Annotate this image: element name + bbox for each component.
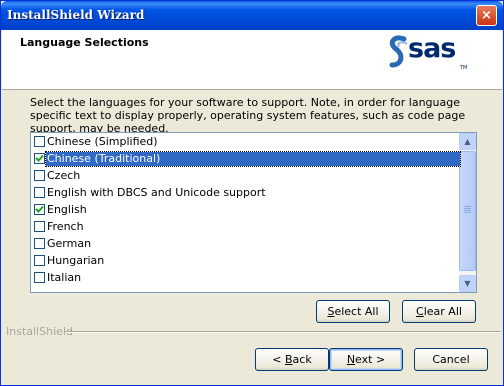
language-list-item[interactable]: Chinese (Traditional) bbox=[31, 151, 461, 167]
language-listbox[interactable]: ▲ ▼ Chinese (Simplified) Chinese (Traditi… bbox=[30, 132, 477, 293]
instructions-text: Select the languages for your software t… bbox=[30, 96, 466, 135]
scroll-up-icon[interactable]: ▲ bbox=[459, 133, 476, 150]
language-list-item[interactable]: Hungarian bbox=[31, 253, 460, 269]
language-label: Chinese (Simplified) bbox=[47, 135, 158, 148]
wizard-header: Language Selections sas TM bbox=[2, 30, 502, 90]
checkbox[interactable] bbox=[34, 170, 45, 181]
language-label: Czech bbox=[47, 169, 81, 182]
title-bar[interactable]: InstallShield Wizard × bbox=[1, 1, 503, 30]
scroll-down-icon[interactable]: ▼ bbox=[459, 275, 476, 292]
language-list-item[interactable]: German bbox=[31, 236, 460, 252]
checkmark-icon bbox=[35, 154, 44, 162]
language-label: English bbox=[47, 203, 87, 216]
select-all-button[interactable]: Select All bbox=[316, 300, 390, 323]
checkbox-checked[interactable] bbox=[34, 153, 45, 164]
checkbox-checked[interactable] bbox=[34, 204, 45, 215]
language-list-item[interactable]: Italian bbox=[31, 270, 460, 286]
language-list-item[interactable]: French bbox=[31, 219, 460, 235]
language-list-item[interactable]: English bbox=[31, 202, 460, 218]
installshield-window: InstallShield Wizard × Language Selectio… bbox=[0, 0, 504, 386]
language-label: Italian bbox=[47, 271, 82, 284]
vertical-scrollbar[interactable]: ▲ ▼ bbox=[459, 133, 476, 292]
sas-logo-icon: sas TM bbox=[388, 33, 468, 73]
language-list-item[interactable]: Chinese (Simplified) bbox=[31, 134, 460, 150]
checkbox[interactable] bbox=[34, 255, 45, 266]
checkbox[interactable] bbox=[34, 272, 45, 283]
checkbox[interactable] bbox=[34, 136, 45, 147]
language-label: English with DBCS and Unicode support bbox=[47, 186, 266, 199]
logo-text: sas bbox=[408, 33, 456, 64]
footer-divider bbox=[65, 331, 501, 333]
language-label: French bbox=[47, 220, 84, 233]
checkbox[interactable] bbox=[34, 238, 45, 249]
checkbox[interactable] bbox=[34, 187, 45, 198]
checkbox[interactable] bbox=[34, 221, 45, 232]
back-button[interactable]: < Back bbox=[255, 348, 329, 371]
checkmark-icon bbox=[35, 205, 44, 213]
language-label: German bbox=[47, 237, 92, 250]
window-title: InstallShield Wizard bbox=[7, 8, 145, 22]
page-title: Language Selections bbox=[20, 36, 149, 49]
language-list-item[interactable]: Czech bbox=[31, 168, 460, 184]
cancel-button[interactable]: Cancel bbox=[414, 348, 488, 371]
language-label: Chinese (Traditional) bbox=[45, 151, 461, 167]
trademark-mark: TM bbox=[460, 65, 468, 71]
scrollbar-thumb[interactable] bbox=[459, 151, 476, 271]
installshield-brand: InstallShield bbox=[6, 325, 73, 338]
next-button[interactable]: Next > bbox=[329, 348, 403, 371]
clear-all-button[interactable]: Clear All bbox=[402, 300, 476, 323]
language-list-item[interactable]: English with DBCS and Unicode support bbox=[31, 185, 460, 201]
close-button[interactable]: × bbox=[476, 5, 497, 26]
language-label: Hungarian bbox=[47, 254, 105, 267]
